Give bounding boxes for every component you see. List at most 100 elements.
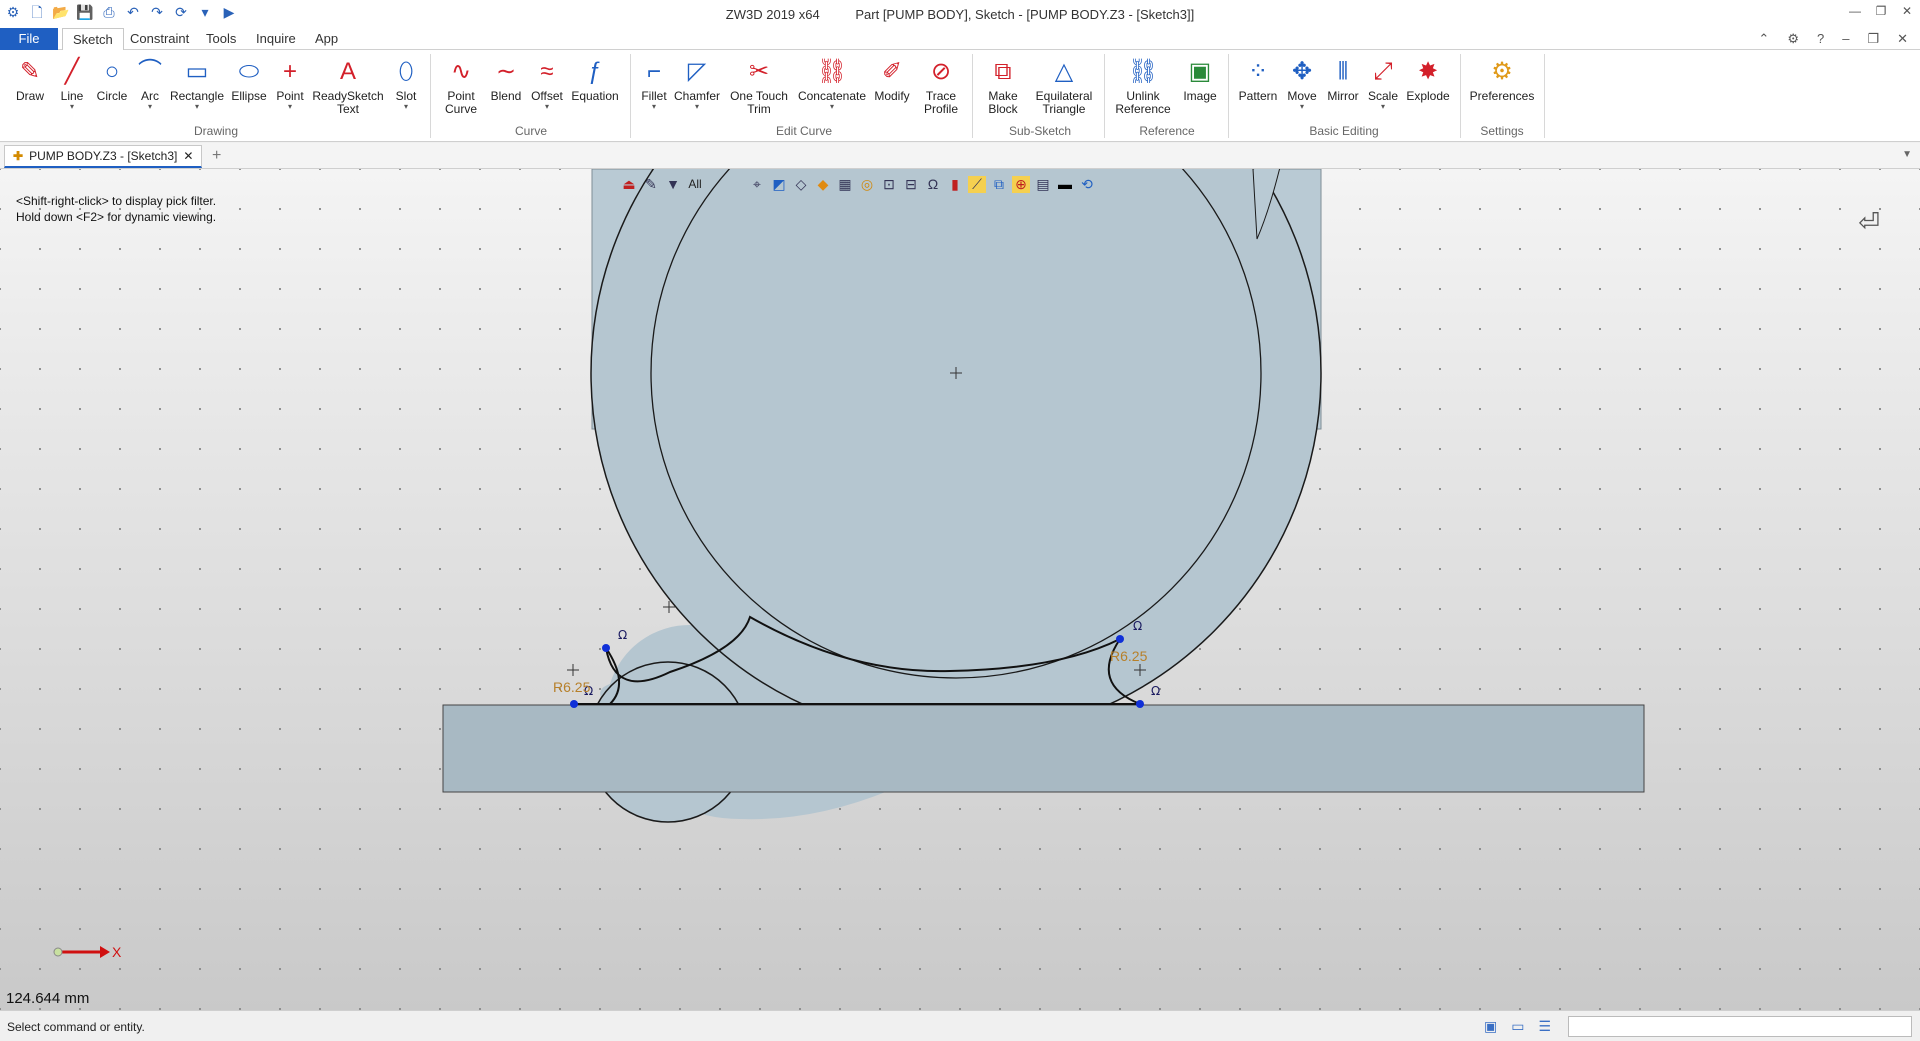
- chamfer-icon: ◸: [687, 58, 707, 85]
- tangent-constraint-icon[interactable]: Ω: [618, 628, 627, 642]
- command-input[interactable]: [1568, 1016, 1912, 1037]
- arc-button[interactable]: ⌒ Arc ▾: [132, 54, 168, 124]
- tangent-constraint-icon[interactable]: Ω: [1133, 619, 1142, 633]
- collapse-ribbon-icon[interactable]: ⌃: [1758, 31, 1769, 47]
- exit-icon[interactable]: ⏏: [620, 176, 638, 193]
- cube-view-icon[interactable]: ◩: [770, 176, 788, 193]
- tab-constraint[interactable]: Constraint: [120, 28, 199, 50]
- measure-icon[interactable]: Ω: [924, 176, 942, 192]
- trace-profile-button[interactable]: ⊘ Trace Profile: [916, 54, 966, 124]
- list-icon[interactable]: ☰: [1538, 1018, 1551, 1035]
- preferences-button[interactable]: ⚙ Preferences: [1466, 54, 1538, 124]
- tab-app[interactable]: App: [305, 28, 348, 50]
- sketch-point[interactable]: [602, 644, 610, 652]
- help-icon[interactable]: ?: [1817, 31, 1824, 47]
- restore-icon[interactable]: ❐: [1874, 4, 1888, 18]
- blend-button[interactable]: ∼ Blend: [486, 54, 526, 124]
- radius-dimension-right[interactable]: R6.25: [1110, 648, 1148, 664]
- ribbon-separator: [972, 54, 973, 138]
- filter-all[interactable]: All: [686, 177, 704, 191]
- inner-minimize-icon[interactable]: –: [1842, 31, 1849, 47]
- tab-file[interactable]: File: [0, 28, 58, 50]
- grid-icon[interactable]: ▦: [836, 176, 854, 193]
- close-tab-icon[interactable]: ✕: [183, 146, 193, 167]
- status-text: Select command or entity.: [7, 1020, 145, 1034]
- ribbon-separator: [1104, 54, 1105, 138]
- sketch-canvas[interactable]: Ω Ω Ω Ω R6.25 R6.25 X: [0, 169, 1920, 1010]
- document-name: Part [PUMP BODY], Sketch - [PUMP BODY.Z3…: [855, 7, 1195, 22]
- text-icon: A: [339, 58, 356, 85]
- tab-list-icon[interactable]: ▼: [1902, 149, 1912, 160]
- pick-icon[interactable]: ✎: [642, 176, 660, 193]
- pattern-button[interactable]: ⁘ Pattern: [1234, 54, 1282, 124]
- app-name: ZW3D 2019 x64: [725, 7, 820, 22]
- settings-gear-icon[interactable]: ⚙: [1787, 31, 1799, 47]
- slot-button[interactable]: ⬯ Slot ▾: [386, 54, 426, 124]
- ribbon-separator: [430, 54, 431, 138]
- display-icon[interactable]: ▭: [1511, 1018, 1524, 1035]
- inner-close-icon[interactable]: ✕: [1897, 31, 1908, 47]
- mirror-button[interactable]: ⫴ Mirror: [1322, 54, 1364, 124]
- wireframe-icon[interactable]: ◇: [792, 176, 810, 193]
- concatenate-button[interactable]: ⛓ Concatenate ▾: [796, 54, 868, 124]
- target-icon[interactable]: ⊕: [1012, 175, 1030, 193]
- make-block-icon: ⧉: [994, 58, 1012, 85]
- ellipse-button[interactable]: ⬭ Ellipse: [226, 54, 272, 124]
- close-icon[interactable]: ✕: [1900, 4, 1914, 18]
- inner-restore-icon[interactable]: ❐: [1867, 31, 1879, 47]
- layout-icon[interactable]: ▣: [1484, 1018, 1497, 1035]
- radius-dimension-left[interactable]: R6.25: [553, 679, 591, 695]
- move-button[interactable]: ✥ Move ▾: [1282, 54, 1322, 124]
- zoom-icon[interactable]: ◎: [858, 176, 876, 193]
- rectangle-button[interactable]: ▭ Rectangle ▾: [168, 54, 226, 124]
- tab-sketch[interactable]: Sketch: [62, 28, 124, 50]
- tangent-constraint-icon[interactable]: Ω: [1151, 684, 1160, 698]
- document-tab[interactable]: ✚ PUMP BODY.Z3 - [Sketch3] ✕: [4, 145, 203, 168]
- color-icon[interactable]: ▮: [946, 176, 964, 193]
- exit-sketch-icon[interactable]: ⏎: [1858, 207, 1880, 238]
- line-color-icon[interactable]: ▬: [1056, 176, 1074, 192]
- draw-icon: ✎: [19, 58, 41, 85]
- make-block-button[interactable]: ⧉ Make Block: [978, 54, 1028, 124]
- sketch-point[interactable]: [570, 700, 578, 708]
- equation-button[interactable]: ƒ Equation: [568, 54, 622, 124]
- image-button[interactable]: ▣ Image: [1178, 54, 1222, 124]
- shaded-icon[interactable]: ◆: [814, 176, 832, 193]
- scale-icon: ⤢: [1373, 58, 1393, 85]
- sketch-point[interactable]: [1136, 700, 1144, 708]
- modify-button[interactable]: ✐ Modify: [870, 54, 914, 124]
- circle-button[interactable]: ○ Circle: [92, 54, 132, 124]
- fit-icon[interactable]: ⊡: [880, 176, 898, 193]
- add-tab-icon[interactable]: +: [212, 147, 221, 165]
- status-bar: Select command or entity. ▣ ▭ ☰: [0, 1010, 1920, 1041]
- scale-button[interactable]: ⤢ Scale ▾: [1364, 54, 1402, 124]
- circle-icon: ○: [104, 58, 120, 85]
- explode-button[interactable]: ✸ Explode: [1402, 54, 1454, 124]
- chamfer-button[interactable]: ◸ Chamfer ▾: [672, 54, 722, 124]
- menu-bar: File Sketch Constraint Tools Inquire App…: [0, 28, 1920, 50]
- fillet-button[interactable]: ⌐ Fillet ▾: [636, 54, 672, 124]
- offset-button[interactable]: ≈ Offset ▾: [526, 54, 568, 124]
- draw-button[interactable]: ✎ Draw: [8, 54, 52, 124]
- snap-icon[interactable]: ⌖: [748, 176, 766, 193]
- equilateral-triangle-button[interactable]: △ Equilateral Triangle: [1030, 54, 1098, 124]
- point-button[interactable]: + Point ▾: [272, 54, 308, 124]
- unlink-reference-button[interactable]: ⛓ Unlink Reference: [1110, 54, 1176, 124]
- rotate-icon[interactable]: ⟲: [1078, 176, 1096, 193]
- display-icon[interactable]: ▤: [1034, 176, 1052, 193]
- image-icon: ▣: [1188, 58, 1212, 85]
- sketch-viewport[interactable]: Ω Ω Ω Ω R6.25 R6.25 X ⏏ ✎ ▼ All ⌖ ◩ ◇ ◆ …: [0, 169, 1920, 1010]
- sketch-point[interactable]: [1116, 635, 1124, 643]
- layer-icon[interactable]: ⧉: [990, 176, 1008, 193]
- readysketch-text-button[interactable]: A ReadySketch Text: [310, 54, 386, 124]
- tab-inquire[interactable]: Inquire: [246, 28, 306, 50]
- tab-tools[interactable]: Tools: [196, 28, 246, 50]
- section-icon[interactable]: ⊟: [902, 176, 920, 193]
- ellipse-icon: ⬭: [238, 58, 260, 85]
- line-button[interactable]: ╱ Line ▾: [52, 54, 92, 124]
- snap-toggle-icon[interactable]: ⟋: [968, 175, 986, 193]
- filter-icon[interactable]: ▼: [664, 176, 682, 192]
- point-curve-button[interactable]: ∿ Point Curve: [436, 54, 486, 124]
- one-touch-trim-button[interactable]: ✂ One Touch Trim: [724, 54, 794, 124]
- minimize-icon[interactable]: —: [1848, 4, 1862, 18]
